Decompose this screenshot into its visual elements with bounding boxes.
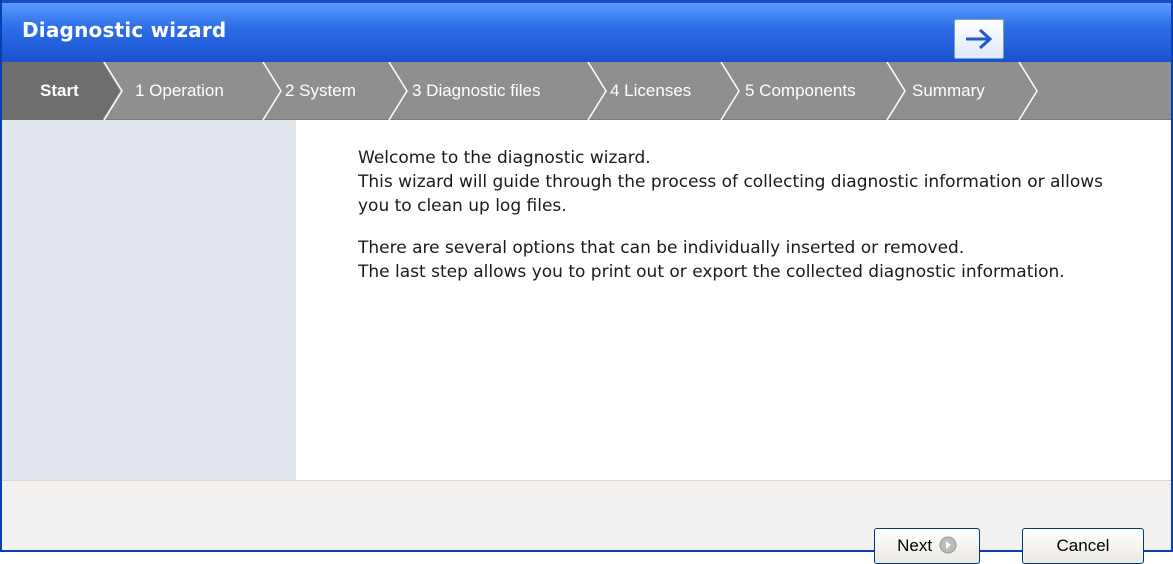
step-label: 4 Licenses — [610, 81, 692, 100]
step-label: 1 Operation — [135, 81, 224, 100]
title-bar: Diagnostic wizard — [2, 0, 1171, 62]
next-button[interactable]: Next — [874, 528, 980, 564]
wizard-steps: Start 1 Operation 2 System 3 Diagnostic … — [2, 62, 1171, 120]
options-text: There are several options that can be in… — [358, 238, 965, 258]
step-separator-icon — [262, 62, 282, 120]
step-separator-icon — [886, 62, 906, 120]
next-circle-arrow-icon — [939, 536, 957, 554]
step-separator-icon — [102, 62, 123, 120]
arrow-right-icon — [966, 28, 993, 50]
side-panel — [2, 120, 296, 480]
forward-arrow-button[interactable] — [954, 19, 1004, 59]
step-separator-icon — [1018, 62, 1038, 120]
button-bar: Next Cancel — [2, 480, 1171, 564]
step-start[interactable]: Start — [2, 62, 102, 120]
step-label: 2 System — [285, 81, 356, 100]
step-licenses[interactable]: 4 Licenses — [610, 62, 691, 120]
step-label: 5 Components — [745, 81, 856, 100]
step-label: Summary — [912, 81, 985, 100]
intro-text: This wizard will guide through the proce… — [358, 172, 1104, 192]
step-system[interactable]: 2 System — [285, 62, 356, 120]
step-separator-icon — [388, 62, 408, 120]
step-diagnostic-files[interactable]: 3 Diagnostic files — [412, 62, 541, 120]
intro-text-continued: you to clean up log files. — [358, 196, 567, 216]
step-components[interactable]: 5 Components — [745, 62, 856, 120]
welcome-text: Welcome to the diagnostic wizard. — [358, 148, 651, 168]
step-label: 3 Diagnostic files — [412, 81, 541, 100]
cancel-button[interactable]: Cancel — [1022, 528, 1144, 564]
export-text: The last step allows you to print out or… — [358, 262, 1065, 282]
step-label: Start — [40, 81, 79, 100]
content-panel: Welcome to the diagnostic wizard. This w… — [296, 120, 1171, 480]
step-separator-icon — [587, 62, 607, 120]
step-operation[interactable]: 1 Operation — [135, 62, 224, 120]
step-separator-icon — [720, 62, 740, 120]
wizard-window: Diagnostic wizard Start 1 Operation 2 Sy… — [0, 0, 1173, 564]
step-summary[interactable]: Summary — [912, 62, 985, 120]
window-title: Diagnostic wizard — [22, 18, 227, 42]
next-label: Next — [897, 536, 933, 555]
